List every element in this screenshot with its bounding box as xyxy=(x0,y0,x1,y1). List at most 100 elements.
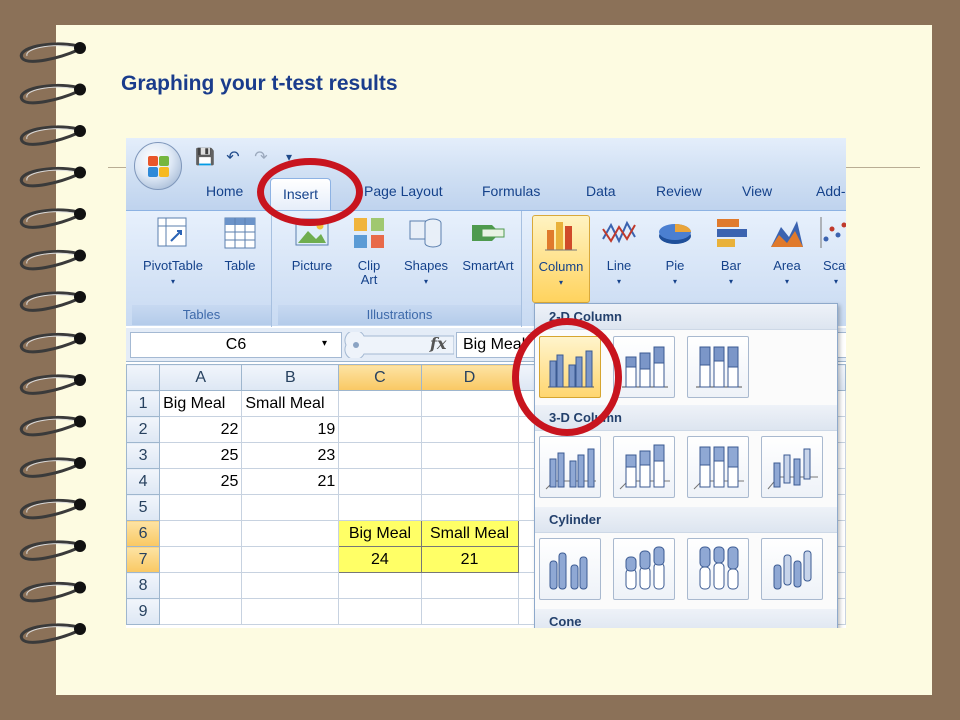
cell-a3[interactable]: 25 xyxy=(159,442,243,469)
smartart-button[interactable]: SmartArt xyxy=(456,215,520,273)
cell-a7[interactable] xyxy=(159,546,243,573)
row-header-5[interactable]: 5 xyxy=(126,494,161,521)
clip-art-button[interactable]: Clip Art xyxy=(344,215,394,287)
tab-add-ins[interactable]: Add- xyxy=(816,183,846,199)
cell-d8[interactable] xyxy=(420,572,519,599)
cell-c1[interactable] xyxy=(338,390,422,417)
cell-c3[interactable] xyxy=(338,442,422,469)
pie-chart-button[interactable]: Pie ▾ xyxy=(648,215,702,289)
shapes-button[interactable]: Shapes ▾ xyxy=(396,215,456,289)
pivottable-button[interactable]: PivotTable ▾ xyxy=(140,215,206,289)
row-header-3[interactable]: 3 xyxy=(126,442,161,469)
cell-b1[interactable]: Small Meal xyxy=(241,390,340,417)
tab-data[interactable]: Data xyxy=(586,183,616,199)
cell-b2[interactable]: 19 xyxy=(241,416,340,443)
row-header-1[interactable]: 1 xyxy=(126,390,161,417)
select-all-corner[interactable] xyxy=(126,364,161,391)
cell-c5[interactable] xyxy=(338,494,422,521)
cell-d9[interactable] xyxy=(420,598,519,625)
save-icon[interactable]: 💾 xyxy=(194,147,216,167)
cell-b8[interactable] xyxy=(241,572,340,599)
clustered-cylinder-option[interactable] xyxy=(539,538,601,600)
insert-function-icon[interactable]: fx xyxy=(430,334,446,353)
3d-cylinder-option[interactable] xyxy=(761,538,823,600)
line-chart-label: Line xyxy=(606,258,632,273)
cell-a6[interactable] xyxy=(159,520,243,547)
tab-review[interactable]: Review xyxy=(656,183,702,199)
cell-d4[interactable] xyxy=(420,468,519,495)
row-header-6[interactable]: 6 xyxy=(126,520,161,547)
name-box-dropdown-icon[interactable]: ▾ xyxy=(322,338,327,349)
cell-c6[interactable]: Big Meal xyxy=(338,520,422,547)
picture-button[interactable]: Picture xyxy=(282,215,342,273)
office-button[interactable] xyxy=(134,142,182,190)
column-dropdown-icon: ▾ xyxy=(558,278,563,287)
cell-b3[interactable]: 23 xyxy=(241,442,340,469)
cell-c8[interactable] xyxy=(338,572,422,599)
customize-toolbar-icon[interactable]: ▾ xyxy=(278,147,300,167)
column-header-c[interactable]: C xyxy=(338,364,422,391)
table-button[interactable]: Table xyxy=(210,215,270,273)
3d-100-stacked-column-option[interactable] xyxy=(687,436,749,498)
3d-stacked-column-icon xyxy=(619,444,670,490)
row-header-4[interactable]: 4 xyxy=(126,468,161,495)
cell-c9[interactable] xyxy=(338,598,422,625)
cell-a5[interactable] xyxy=(159,494,243,521)
undo-icon[interactable]: ↶ xyxy=(222,147,244,167)
cell-b7[interactable] xyxy=(241,546,340,573)
cell-c2[interactable] xyxy=(338,416,422,443)
cell-d5[interactable] xyxy=(420,494,519,521)
redo-icon[interactable]: ↷ xyxy=(250,147,272,167)
tab-home[interactable]: Home xyxy=(206,183,243,199)
cell-d3[interactable] xyxy=(420,442,519,469)
cell-a2[interactable]: 22 xyxy=(159,416,243,443)
cell-d7[interactable]: 21 xyxy=(420,546,519,573)
row-header-9[interactable]: 9 xyxy=(126,598,161,625)
cell-a1[interactable]: Big Meal xyxy=(159,390,243,417)
cell-a4[interactable]: 25 xyxy=(159,468,243,495)
3d-column-option[interactable] xyxy=(761,436,823,498)
bar-chart-icon xyxy=(713,215,749,251)
ribbon-tabs: Home Insert Page Layout Formulas Data Re… xyxy=(126,176,846,210)
gallery-section-cylinder: Cylinder xyxy=(535,507,837,533)
3d-clustered-column-option[interactable] xyxy=(539,436,601,498)
cell-b4[interactable]: 21 xyxy=(241,468,340,495)
clip-art-label-1: Clip xyxy=(357,258,381,273)
scatter-chart-button[interactable]: Scat ▾ xyxy=(816,215,846,289)
row-header-2[interactable]: 2 xyxy=(126,416,161,443)
cell-c7[interactable]: 24 xyxy=(338,546,422,573)
tab-insert[interactable]: Insert xyxy=(270,178,332,210)
3d-stacked-column-option[interactable] xyxy=(613,436,675,498)
table-label: Table xyxy=(224,258,256,273)
cell-d6[interactable]: Small Meal xyxy=(420,520,519,547)
column-chart-button[interactable]: Column ▾ xyxy=(532,215,590,303)
stacked-column-option[interactable] xyxy=(613,336,675,398)
cell-a8[interactable] xyxy=(159,572,243,599)
clustered-column-option[interactable] xyxy=(539,336,601,398)
cell-a9[interactable] xyxy=(159,598,243,625)
tab-view[interactable]: View xyxy=(742,183,772,199)
100-stacked-cylinder-option[interactable] xyxy=(687,538,749,600)
row-header-7[interactable]: 7 xyxy=(126,546,161,573)
row-header-8[interactable]: 8 xyxy=(126,572,161,599)
gallery-row-2d xyxy=(539,336,749,398)
cell-b9[interactable] xyxy=(241,598,340,625)
line-chart-button[interactable]: Line ▾ xyxy=(592,215,646,289)
column-header-b[interactable]: B xyxy=(241,364,340,391)
stacked-cylinder-option[interactable] xyxy=(613,538,675,600)
cell-b5[interactable] xyxy=(241,494,340,521)
cell-d2[interactable] xyxy=(420,416,519,443)
cell-d1[interactable] xyxy=(420,390,519,417)
column-header-d[interactable]: D xyxy=(420,364,519,391)
stacked-cylinder-icon xyxy=(625,546,665,590)
area-chart-button[interactable]: Area ▾ xyxy=(760,215,814,289)
tab-formulas[interactable]: Formulas xyxy=(482,183,540,199)
column-header-a[interactable]: A xyxy=(159,364,243,391)
name-box[interactable]: C6 xyxy=(130,332,342,358)
cell-c4[interactable] xyxy=(338,468,422,495)
cell-b6[interactable] xyxy=(241,520,340,547)
shapes-label: Shapes xyxy=(403,258,449,273)
tab-page-layout[interactable]: Page Layout xyxy=(364,183,443,199)
100-stacked-column-option[interactable] xyxy=(687,336,749,398)
bar-chart-button[interactable]: Bar ▾ xyxy=(704,215,758,289)
